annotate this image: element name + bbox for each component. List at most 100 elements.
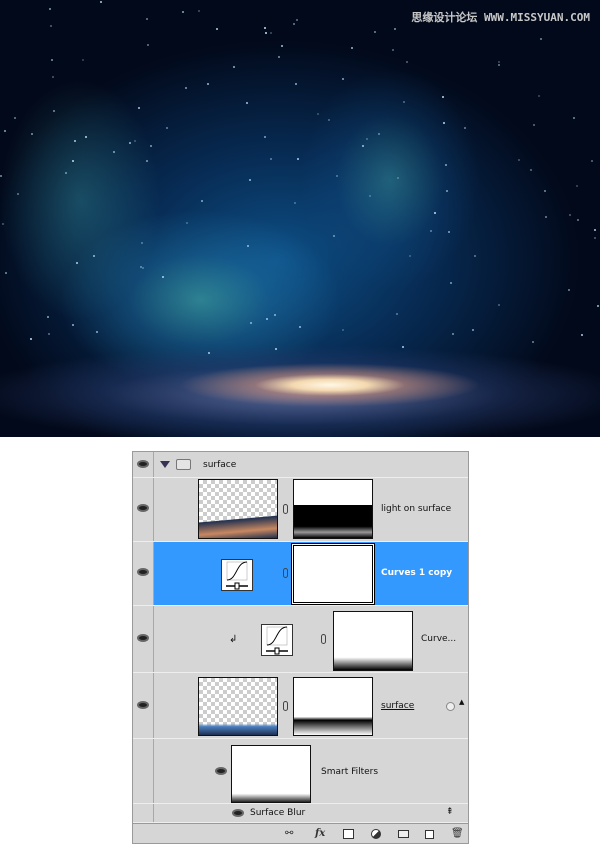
star (498, 60, 501, 63)
star (266, 317, 269, 320)
star (396, 313, 399, 316)
star (366, 138, 369, 141)
star (277, 56, 280, 59)
layer-curves-1-copy[interactable]: Curves 1 copy (133, 542, 468, 606)
link-icon[interactable]: ⚯ (285, 828, 293, 839)
star (185, 221, 188, 224)
star (368, 194, 371, 197)
star (394, 27, 397, 30)
visibility-toggle[interactable] (133, 606, 154, 672)
star (297, 157, 300, 160)
star (142, 267, 145, 270)
star (198, 9, 201, 12)
star (47, 316, 50, 319)
star (65, 172, 68, 175)
curves-adjustment-icon (261, 624, 293, 656)
star (581, 333, 584, 336)
star (463, 126, 466, 129)
star (361, 144, 364, 147)
star (445, 189, 448, 192)
star (129, 141, 132, 144)
mask-icon[interactable] (343, 829, 354, 839)
star (299, 326, 302, 329)
star (530, 169, 533, 172)
star (498, 303, 501, 306)
visibility-toggle[interactable] (133, 478, 154, 541)
eye-icon (137, 568, 149, 576)
star (403, 101, 406, 104)
star (146, 18, 149, 21)
star (250, 321, 253, 324)
clipping-arrow-icon: ↲ (229, 634, 238, 645)
star (374, 31, 377, 34)
star (452, 332, 455, 335)
star (30, 338, 33, 341)
star (594, 237, 597, 240)
new-layer-icon[interactable] (425, 830, 434, 839)
layer-name: Curves 1 copy (381, 568, 453, 578)
star (544, 215, 547, 218)
star (47, 333, 50, 336)
filter-surface-blur[interactable]: Surface Blur ⇞ (133, 804, 468, 823)
star (51, 75, 54, 78)
eye-icon (137, 460, 149, 468)
star (2, 223, 5, 226)
star (0, 175, 3, 178)
layer-curves[interactable]: ↲ Curve... (133, 606, 468, 673)
star (133, 140, 136, 143)
star (233, 66, 236, 69)
star (207, 83, 209, 86)
folder-icon[interactable] (398, 830, 409, 838)
star (249, 179, 252, 182)
blending-options-icon[interactable]: ⇞ (446, 807, 454, 817)
layers-toolbar: ⚯ fx 🗑 (133, 823, 468, 844)
layer-group-surface[interactable]: surface (133, 452, 468, 478)
star (49, 24, 52, 27)
star (498, 64, 501, 67)
layer-light-on-surface[interactable]: light on surface (133, 478, 468, 542)
collapse-arrow-icon[interactable]: ▲ (459, 698, 464, 706)
smart-filters-row[interactable]: Smart Filters (133, 739, 468, 804)
star (92, 254, 95, 257)
star (474, 254, 477, 257)
space-nebula-image: 思缘设计论坛 WWW.MISSYUAN.COM (0, 0, 600, 437)
star (328, 118, 331, 121)
star (273, 314, 276, 317)
smart-object-thumbnail (198, 677, 278, 736)
star (215, 27, 218, 30)
star (72, 159, 75, 162)
visibility-toggle[interactable] (133, 452, 154, 477)
star (537, 95, 540, 98)
star (296, 18, 299, 21)
star (332, 234, 335, 237)
trash-icon[interactable]: 🗑 (451, 828, 464, 839)
watermark: 思缘设计论坛 WWW.MISSYUAN.COM (411, 11, 590, 24)
star (270, 32, 273, 35)
link-icon (283, 701, 288, 711)
star (14, 116, 17, 119)
layer-surface[interactable]: surface ▲ (133, 673, 468, 739)
star (150, 144, 153, 147)
star (247, 245, 250, 248)
link-icon (321, 634, 326, 644)
adjustment-icon[interactable] (371, 829, 381, 839)
smart-filter-icon (446, 702, 455, 711)
star (74, 140, 77, 143)
eye-icon[interactable] (215, 767, 227, 775)
visibility-toggle[interactable] (133, 673, 154, 738)
visibility-toggle[interactable] (133, 542, 154, 605)
fx-icon[interactable]: fx (315, 828, 325, 839)
star (263, 135, 266, 138)
filter-name: Surface Blur (250, 808, 306, 818)
star (113, 150, 116, 153)
triangle-down-icon[interactable] (160, 461, 170, 468)
star (567, 288, 570, 291)
star (295, 82, 298, 85)
eye-icon[interactable] (232, 809, 244, 817)
eye-icon (137, 701, 149, 709)
star (591, 160, 594, 163)
star (264, 32, 267, 35)
mask-thumbnail (333, 611, 413, 671)
star (396, 176, 399, 179)
link-icon (283, 568, 288, 578)
